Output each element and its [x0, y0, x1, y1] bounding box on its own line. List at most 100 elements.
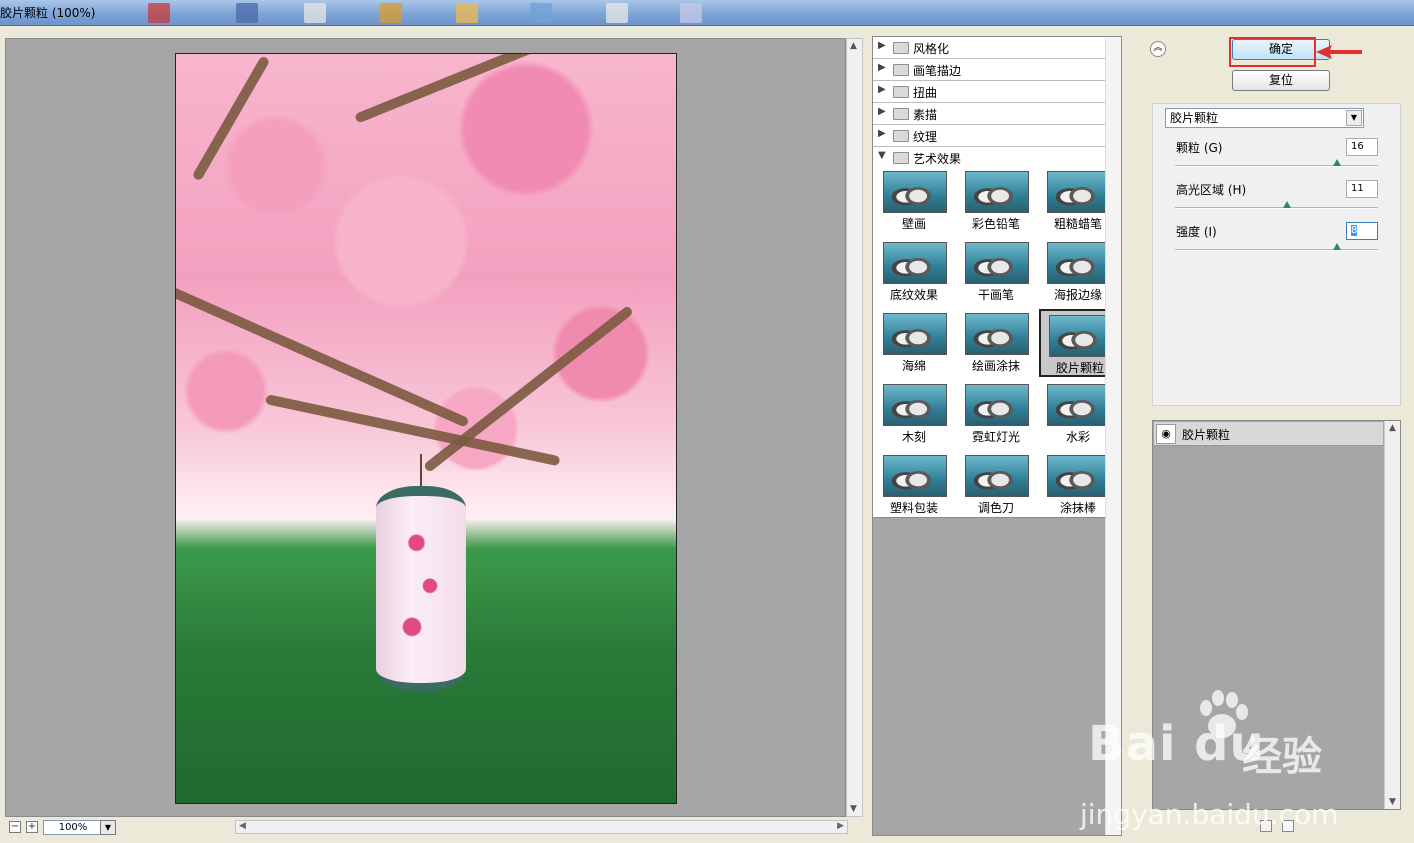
branch-shape — [354, 54, 599, 124]
folder-icon — [893, 130, 909, 142]
folder-icon — [893, 86, 909, 98]
filter-thumbnail[interactable]: 木刻 — [875, 380, 953, 448]
chevron-down-icon[interactable]: ▼ — [1346, 110, 1362, 126]
effect-layers-panel: ◉ 胶片颗粒 ▲ ▼ — [1152, 420, 1401, 810]
filter-thumbnail[interactable]: 绘画涂抹 — [957, 309, 1035, 377]
taskbar-app-icon[interactable] — [148, 3, 170, 23]
scroll-left-icon[interactable]: ◀ — [239, 821, 246, 831]
filter-name: 壁画 — [901, 217, 926, 231]
delete-effect-layer-icon[interactable] — [1282, 820, 1294, 832]
branch-shape — [422, 304, 634, 473]
filter-thumbnail[interactable]: 壁画 — [875, 167, 953, 235]
filter-thumbnail[interactable]: 彩色铅笔 — [957, 167, 1035, 235]
filter-thumbnail[interactable]: 底纹效果 — [875, 238, 953, 306]
highlight-area-slider[interactable] — [1175, 207, 1378, 209]
expand-arrow-icon[interactable]: ▶ — [878, 128, 886, 139]
category-label: 艺术效果 — [913, 152, 962, 166]
category-artistic[interactable]: ▼ 艺术效果 — [873, 147, 1105, 169]
taskbar-app-icon[interactable] — [236, 3, 258, 23]
intensity-slider-thumb[interactable] — [1333, 243, 1342, 250]
filter-thumbnail[interactable]: 干画笔 — [957, 238, 1035, 306]
filter-thumbnail[interactable]: 塑料包装 — [875, 451, 953, 519]
filter-preview-image — [883, 171, 947, 213]
filter-preview-image — [965, 242, 1029, 284]
expand-arrow-icon[interactable]: ▶ — [878, 106, 886, 117]
filter-thumbnail[interactable]: 霓虹灯光 — [957, 380, 1035, 448]
taskbar-app-icon[interactable] — [680, 3, 702, 23]
zoom-dropdown-button[interactable]: ▼ — [100, 820, 116, 835]
branch-shape — [264, 394, 561, 467]
branch-shape — [191, 55, 271, 182]
folder-icon — [893, 64, 909, 76]
zoom-in-button[interactable]: + — [26, 821, 38, 833]
filter-preview-image — [883, 455, 947, 497]
title-bar: 胶片颗粒 (100%) — [0, 0, 1414, 26]
scroll-up-icon[interactable]: ▲ — [1389, 423, 1396, 433]
taskbar-app-icon[interactable] — [380, 3, 402, 23]
eye-icon[interactable]: ◉ — [1156, 424, 1176, 444]
collapse-arrow-icon[interactable]: ▼ — [878, 150, 886, 161]
category-sketch[interactable]: ▶ 素描 — [873, 103, 1105, 125]
filter-name: 底纹效果 — [889, 288, 938, 302]
grain-slider[interactable] — [1175, 165, 1378, 167]
category-distort[interactable]: ▶ 扭曲 — [873, 81, 1105, 103]
zoom-out-button[interactable]: − — [9, 821, 21, 833]
filter-browser: ▶ 风格化 ▶ 画笔描边 ▶ 扭曲 ▶ 素描 ▶ 纹理 ▼ 艺术效果 壁画 彩色… — [872, 36, 1122, 836]
preview-horizontal-scrollbar[interactable]: ◀ ▶ — [235, 820, 848, 834]
preview-pane[interactable] — [5, 38, 846, 817]
intensity-slider[interactable] — [1175, 249, 1378, 251]
expand-arrow-icon[interactable]: ▶ — [878, 62, 886, 73]
reset-button[interactable]: 复位 — [1232, 70, 1330, 91]
filter-settings-panel: 胶片颗粒 ▼ 颗粒 (G) 16 高光区域 (H) 11 强度 (I) 8 — [1152, 103, 1401, 406]
new-effect-layer-icon[interactable] — [1260, 820, 1272, 832]
filter-name: 彩色铅笔 — [971, 217, 1020, 231]
intensity-label: 强度 (I) — [1176, 225, 1217, 239]
category-label: 扭曲 — [913, 86, 938, 100]
filter-preview-image — [965, 171, 1029, 213]
zoom-level-field[interactable]: 100% — [43, 820, 103, 835]
filter-preview-image — [965, 455, 1029, 497]
filter-preview-image — [1047, 242, 1111, 284]
preview-vertical-scrollbar[interactable]: ▲ ▼ — [846, 38, 863, 817]
filter-thumbnail[interactable]: 调色刀 — [957, 451, 1035, 519]
filter-preview-image — [1049, 315, 1113, 357]
folder-icon — [893, 42, 909, 54]
collapse-browser-icon[interactable]: ︽ — [1150, 41, 1166, 57]
filter-preview-image — [1047, 455, 1111, 497]
category-stylize[interactable]: ▶ 风格化 — [873, 37, 1105, 59]
category-label: 风格化 — [913, 42, 950, 56]
intensity-field[interactable]: 8 — [1346, 222, 1378, 240]
category-label: 画笔描边 — [913, 64, 962, 78]
grain-slider-thumb[interactable] — [1333, 159, 1342, 166]
highlight-area-slider-thumb[interactable] — [1282, 201, 1291, 208]
expand-arrow-icon[interactable]: ▶ — [878, 84, 886, 95]
grain-label: 颗粒 (G) — [1176, 141, 1223, 155]
filter-name: 干画笔 — [977, 288, 1014, 302]
filter-name: 海绵 — [901, 359, 926, 373]
expand-arrow-icon[interactable]: ▶ — [878, 40, 886, 51]
filter-thumbnail[interactable]: 海绵 — [875, 309, 953, 377]
category-brush-strokes[interactable]: ▶ 画笔描边 — [873, 59, 1105, 81]
taskbar-app-icon[interactable] — [456, 3, 478, 23]
filter-preview-image — [1047, 171, 1111, 213]
effect-layer-row[interactable]: ◉ 胶片颗粒 — [1154, 422, 1383, 446]
scroll-down-icon[interactable]: ▼ — [1389, 797, 1396, 807]
filter-browser-scrollbar[interactable] — [1105, 37, 1121, 835]
taskbar-app-icon[interactable] — [606, 3, 628, 23]
grain-field[interactable]: 16 — [1346, 138, 1378, 156]
scroll-up-icon[interactable]: ▲ — [850, 41, 857, 51]
filter-list: ▶ 风格化 ▶ 画笔描边 ▶ 扭曲 ▶ 素描 ▶ 纹理 ▼ 艺术效果 壁画 彩色… — [873, 37, 1121, 517]
scroll-right-icon[interactable]: ▶ — [837, 821, 844, 831]
highlight-area-field[interactable]: 11 — [1346, 180, 1378, 198]
taskbar-app-icon[interactable] — [530, 3, 552, 23]
layers-scrollbar[interactable]: ▲ ▼ — [1384, 421, 1400, 809]
category-texture[interactable]: ▶ 纹理 — [873, 125, 1105, 147]
category-label: 纹理 — [913, 130, 938, 144]
scroll-down-icon[interactable]: ▼ — [850, 804, 857, 814]
taskbar-app-icon[interactable] — [304, 3, 326, 23]
filter-name: 塑料包装 — [889, 501, 938, 515]
lantern-string — [420, 454, 422, 488]
filter-name: 霓虹灯光 — [971, 430, 1020, 444]
annotation-arrow-icon — [1316, 45, 1362, 59]
filter-select[interactable]: 胶片颗粒 ▼ — [1165, 108, 1364, 128]
